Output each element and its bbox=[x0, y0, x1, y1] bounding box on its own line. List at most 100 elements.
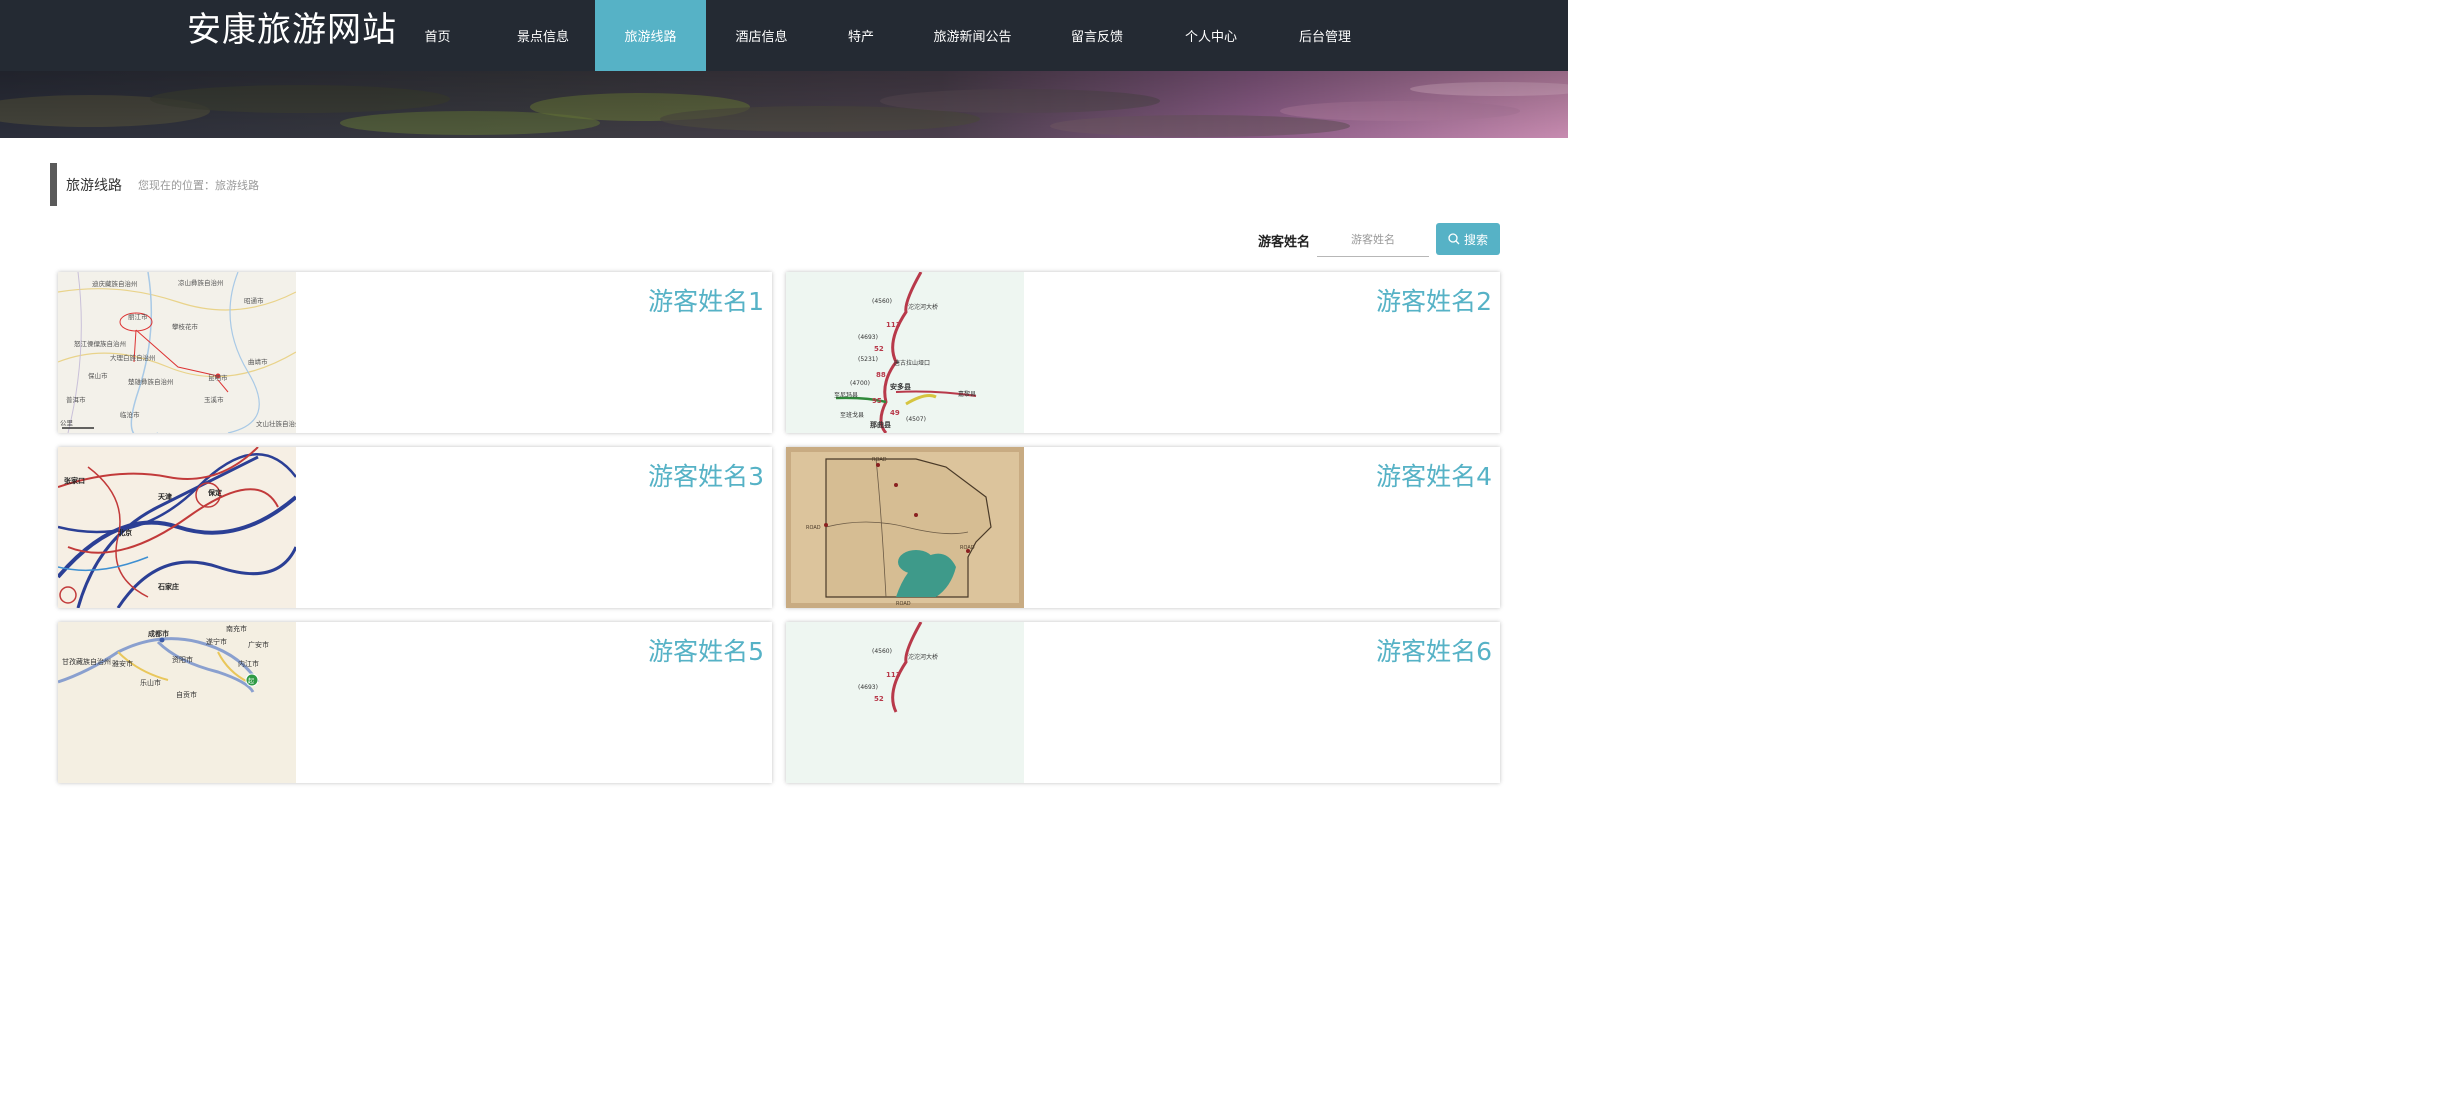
visitor-name: 游客姓名3 bbox=[648, 462, 764, 491]
map-label: (4693) bbox=[858, 334, 878, 341]
nav-item-admin[interactable]: 后台管理 bbox=[1268, 0, 1382, 71]
nav-item-label: 旅游线路 bbox=[624, 30, 677, 45]
map-label: (4700) bbox=[850, 380, 870, 387]
nav-item-label: 首页 bbox=[424, 30, 451, 45]
search-input[interactable] bbox=[1317, 222, 1429, 257]
map-label: 保山市 bbox=[88, 371, 108, 380]
map-label: 沱沱河大桥 bbox=[908, 653, 938, 661]
page-title: 旅游线路 bbox=[66, 177, 122, 194]
route-thumbnail: ROAD ROAD ROAD ROAD bbox=[786, 447, 1024, 608]
map-label: 公里 bbox=[60, 419, 74, 427]
map-label: 那曲县 bbox=[870, 420, 891, 429]
map-label: 怒江傈僳族自治州 bbox=[74, 339, 126, 348]
visitor-name: 游客姓名1 bbox=[648, 287, 764, 316]
route-card[interactable]: ROAD ROAD ROAD ROAD 游客姓名4 bbox=[786, 447, 1500, 608]
map-label: 石家庄 bbox=[157, 582, 179, 591]
route-thumbnail: 迪庆藏族自治州 凉山彝族自治州 丽江市 攀枝花市 昭通市 怒江傈僳族自治州 大理… bbox=[58, 272, 296, 433]
nav-item-news[interactable]: 旅游新闻公告 bbox=[905, 0, 1040, 71]
breadcrumb-location: 您现在的位置：旅游线路 bbox=[138, 178, 259, 192]
map-label: 玉溪市 bbox=[204, 395, 224, 404]
visitor-name: 游客姓名2 bbox=[1376, 287, 1492, 316]
route-card[interactable]: 成都市 南充市 遂宁市 广安市 甘孜藏族自治州 雅安市 资阳市 乐山市 自贡市 … bbox=[58, 622, 772, 783]
map-label: (4693) bbox=[858, 684, 878, 691]
map-label: (5231) bbox=[858, 356, 878, 363]
nav-item-label: 特产 bbox=[847, 30, 874, 45]
map-label: 沱沱河大桥 bbox=[908, 303, 938, 311]
nav-item-label: 景点信息 bbox=[516, 30, 569, 45]
nav-item-specialties[interactable]: 特产 bbox=[817, 0, 905, 71]
map-label: 雅安市 bbox=[112, 659, 133, 668]
map-label: 乐山市 bbox=[140, 678, 161, 687]
map-label: 起 bbox=[248, 677, 254, 685]
top-navbar: 安康旅游网站 首页 景点信息 旅游线路 酒店信息 特产 旅游新闻公告 留言反馈 … bbox=[0, 0, 1568, 71]
route-card[interactable]: (4560) 沱沱河大桥 (4693) (5231) 唐古拉山垭口 (4700)… bbox=[786, 272, 1500, 433]
site-title[interactable]: 安康旅游网站 bbox=[187, 8, 397, 52]
map-label: 北京 bbox=[118, 528, 132, 537]
route-thumbnail: 张家口 北京 天津 保定 石家庄 bbox=[58, 447, 296, 608]
nav-item-hotels[interactable]: 酒店信息 bbox=[706, 0, 817, 71]
nav-item-user-center[interactable]: 个人中心 bbox=[1154, 0, 1268, 71]
nav-item-attractions[interactable]: 景点信息 bbox=[491, 0, 595, 71]
route-card[interactable]: (4560) 沱沱河大桥 (4693) 113 52 游客姓名6 bbox=[786, 622, 1500, 783]
map-label: 迪庆藏族自治州 bbox=[92, 279, 138, 288]
map-label: 南充市 bbox=[226, 624, 247, 633]
map-label: 自贡市 bbox=[176, 690, 197, 699]
map-label: 文山壮族自治州 bbox=[256, 419, 296, 428]
nav-item-feedback[interactable]: 留言反馈 bbox=[1040, 0, 1154, 71]
road-number: 52 bbox=[874, 345, 884, 353]
search-button[interactable]: 搜索 bbox=[1436, 223, 1500, 255]
map-label: 至尼玛县 bbox=[834, 391, 858, 399]
search-label: 游客姓名 bbox=[1258, 235, 1311, 250]
road-number: 52 bbox=[874, 695, 884, 703]
banner-image bbox=[0, 71, 1568, 138]
map-label: 唐古拉山垭口 bbox=[894, 359, 930, 367]
map-label: 楚雄彝族自治州 bbox=[128, 377, 174, 386]
search-icon bbox=[1448, 233, 1460, 245]
nav-item-label: 留言反馈 bbox=[1070, 30, 1123, 45]
map-label: 资阳市 bbox=[172, 655, 193, 664]
search-button-label: 搜索 bbox=[1463, 232, 1488, 247]
map-label: 至班戈县 bbox=[840, 411, 864, 419]
map-label: ROAD bbox=[960, 545, 975, 551]
map-label: 张家口 bbox=[64, 476, 85, 485]
road-number: 113 bbox=[886, 671, 901, 679]
map-label: 昭通市 bbox=[244, 296, 264, 305]
nav-item-label: 个人中心 bbox=[1184, 30, 1237, 45]
map-label: 临沧市 bbox=[120, 410, 140, 419]
map-label: 遂宁市 bbox=[206, 637, 227, 646]
map-label: 曲靖市 bbox=[248, 357, 268, 366]
map-label: (4560) bbox=[872, 648, 892, 655]
map-label: 广安市 bbox=[248, 640, 269, 649]
map-label: ROAD bbox=[896, 601, 911, 607]
visitor-name: 游客姓名6 bbox=[1376, 637, 1492, 666]
road-number: 95 bbox=[872, 397, 882, 405]
map-label: 天津 bbox=[158, 492, 172, 501]
road-number: 49 bbox=[890, 409, 900, 417]
map-label: 大理白族自治州 bbox=[110, 353, 156, 362]
road-number: 113 bbox=[886, 321, 901, 329]
map-label: 成都市 bbox=[148, 629, 169, 638]
map-label: ROAD bbox=[806, 525, 821, 531]
map-label: 内江市 bbox=[238, 659, 259, 668]
breadcrumb: 旅游线路 您现在的位置：旅游线路 bbox=[50, 163, 259, 206]
main-nav: 首页 景点信息 旅游线路 酒店信息 特产 旅游新闻公告 留言反馈 个人中心 后台… bbox=[384, 0, 1382, 71]
route-thumbnail: 成都市 南充市 遂宁市 广安市 甘孜藏族自治州 雅安市 资阳市 乐山市 自贡市 … bbox=[58, 622, 296, 783]
map-label: (4560) bbox=[872, 298, 892, 305]
route-thumbnail: (4560) 沱沱河大桥 (4693) 113 52 bbox=[786, 622, 1024, 783]
route-card[interactable]: 张家口 北京 天津 保定 石家庄 游客姓名3 bbox=[58, 447, 772, 608]
nav-item-home[interactable]: 首页 bbox=[384, 0, 491, 71]
nav-item-label: 酒店信息 bbox=[735, 30, 788, 45]
road-number: 88 bbox=[876, 371, 886, 379]
map-label: 甘孜藏族自治州 bbox=[62, 657, 111, 666]
nav-item-routes[interactable]: 旅游线路 bbox=[595, 0, 706, 71]
nav-item-label: 后台管理 bbox=[1298, 30, 1351, 45]
map-label: 攀枝花市 bbox=[172, 322, 199, 331]
map-label: 嘉黎县 bbox=[958, 390, 976, 398]
map-label: 保定 bbox=[207, 488, 222, 497]
visitor-name: 游客姓名4 bbox=[1376, 462, 1492, 491]
route-thumbnail: (4560) 沱沱河大桥 (4693) (5231) 唐古拉山垭口 (4700)… bbox=[786, 272, 1024, 433]
route-card[interactable]: 迪庆藏族自治州 凉山彝族自治州 丽江市 攀枝花市 昭通市 怒江傈僳族自治州 大理… bbox=[58, 272, 772, 433]
map-label: 丽江市 bbox=[128, 312, 148, 321]
map-label: 昆明市 bbox=[208, 373, 228, 382]
nav-item-label: 旅游新闻公告 bbox=[933, 30, 1012, 45]
